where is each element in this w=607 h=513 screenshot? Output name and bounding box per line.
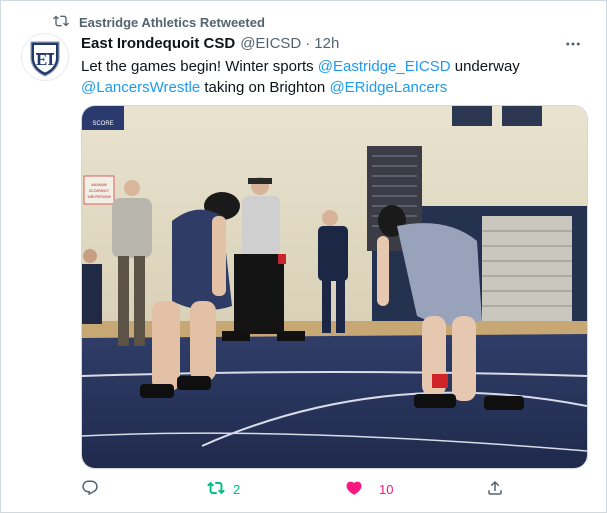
score-sign-text: SCORE	[92, 121, 113, 127]
tweet-actions: 2 10	[81, 477, 511, 501]
avatar[interactable]: EI	[21, 33, 69, 81]
mention-link[interactable]: @ERidgeLancers	[329, 79, 447, 96]
share-button[interactable]	[486, 477, 512, 501]
author-name[interactable]: East Irondequoit CSD	[81, 34, 235, 54]
heart-filled-icon	[345, 479, 363, 500]
svg-text:OCCUPANCY: OCCUPANCY	[89, 189, 110, 193]
tweet-text: Let the games begin! Winter sports @East…	[81, 56, 586, 98]
author-handle[interactable]: @EICSD	[240, 34, 301, 54]
retweet-label: Eastridge Athletics Retweeted	[79, 15, 265, 30]
reply-button[interactable]	[81, 477, 107, 501]
retweet-button[interactable]: 2	[207, 477, 240, 501]
share-icon	[486, 479, 504, 500]
tweet-photo[interactable]: SCORE MAXIMUM OCCUPANCY 1450 PERSONS	[81, 105, 588, 469]
tweet-text-part: Let the games begin! Winter sports	[81, 58, 318, 75]
tweet-header: East Irondequoit CSD @EICSD · 12h	[81, 34, 586, 54]
mention-link[interactable]: @LancersWrestle	[81, 79, 200, 96]
separator-dot: ·	[305, 35, 311, 52]
like-button[interactable]: 10	[345, 477, 393, 501]
mention-link[interactable]: @Eastridge_EICSD	[318, 58, 451, 75]
avatar-letters: EI	[36, 50, 54, 69]
tweet-text-part: underway	[450, 58, 520, 75]
retweet-icon	[53, 13, 69, 32]
tweet-text-part: taking on Brighton	[200, 79, 330, 96]
retweet-icon	[207, 479, 225, 500]
svg-text:1450 PERSONS: 1450 PERSONS	[87, 195, 111, 199]
tweet-time[interactable]: 12h	[314, 34, 339, 54]
retweet-context[interactable]: Eastridge Athletics Retweeted	[53, 13, 265, 32]
tweet-card[interactable]: Eastridge Athletics Retweeted EI East Ir…	[0, 0, 607, 513]
more-options-icon[interactable]	[560, 34, 586, 54]
retweet-count: 2	[233, 481, 241, 497]
like-count: 10	[379, 481, 394, 497]
reply-icon	[81, 479, 99, 500]
svg-text:MAXIMUM: MAXIMUM	[91, 183, 107, 187]
